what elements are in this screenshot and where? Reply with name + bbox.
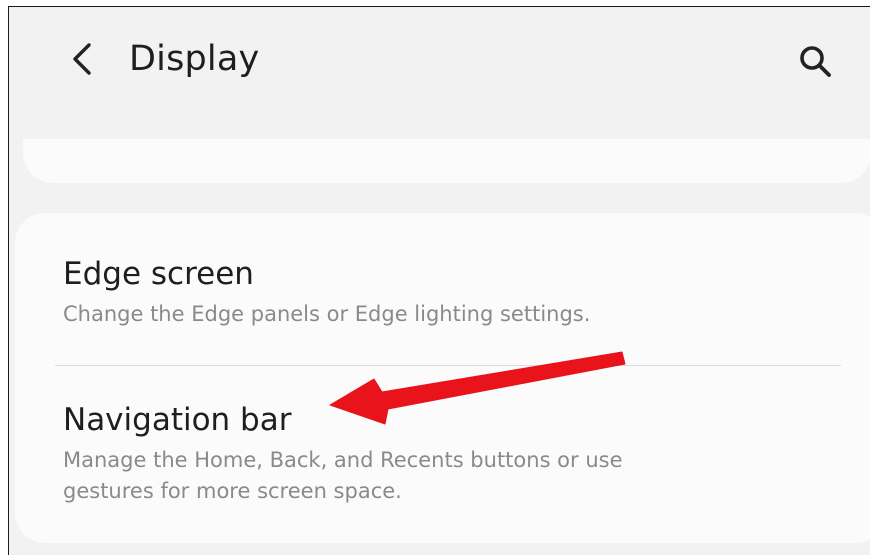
navigation-bar-setting[interactable]: Navigation bar Manage the Home, Back, an… [63,401,870,507]
search-icon [800,46,831,77]
divider [55,365,841,366]
settings-card: Edge screen Change the Edge panels or Ed… [15,213,870,543]
app-header: Display [9,7,870,117]
setting-description: Manage the Home, Back, and Recents butto… [63,445,870,507]
edge-screen-setting[interactable]: Edge screen Change the Edge panels or Ed… [63,255,870,330]
back-button[interactable] [61,37,105,81]
setting-title: Edge screen [63,256,254,292]
setting-description: Change the Edge panels or Edge lighting … [63,302,591,326]
search-button[interactable] [793,39,837,83]
chevron-left-icon [73,43,91,75]
page-title: Display [129,39,260,79]
setting-description-line: gestures for more screen space. [63,479,402,503]
setting-description-line: Manage the Home, Back, and Recents butto… [63,448,623,472]
setting-title: Navigation bar [63,402,292,438]
previous-settings-card [23,139,870,183]
phone-screen: Display Edge screen Change the Edge pane… [8,6,870,555]
